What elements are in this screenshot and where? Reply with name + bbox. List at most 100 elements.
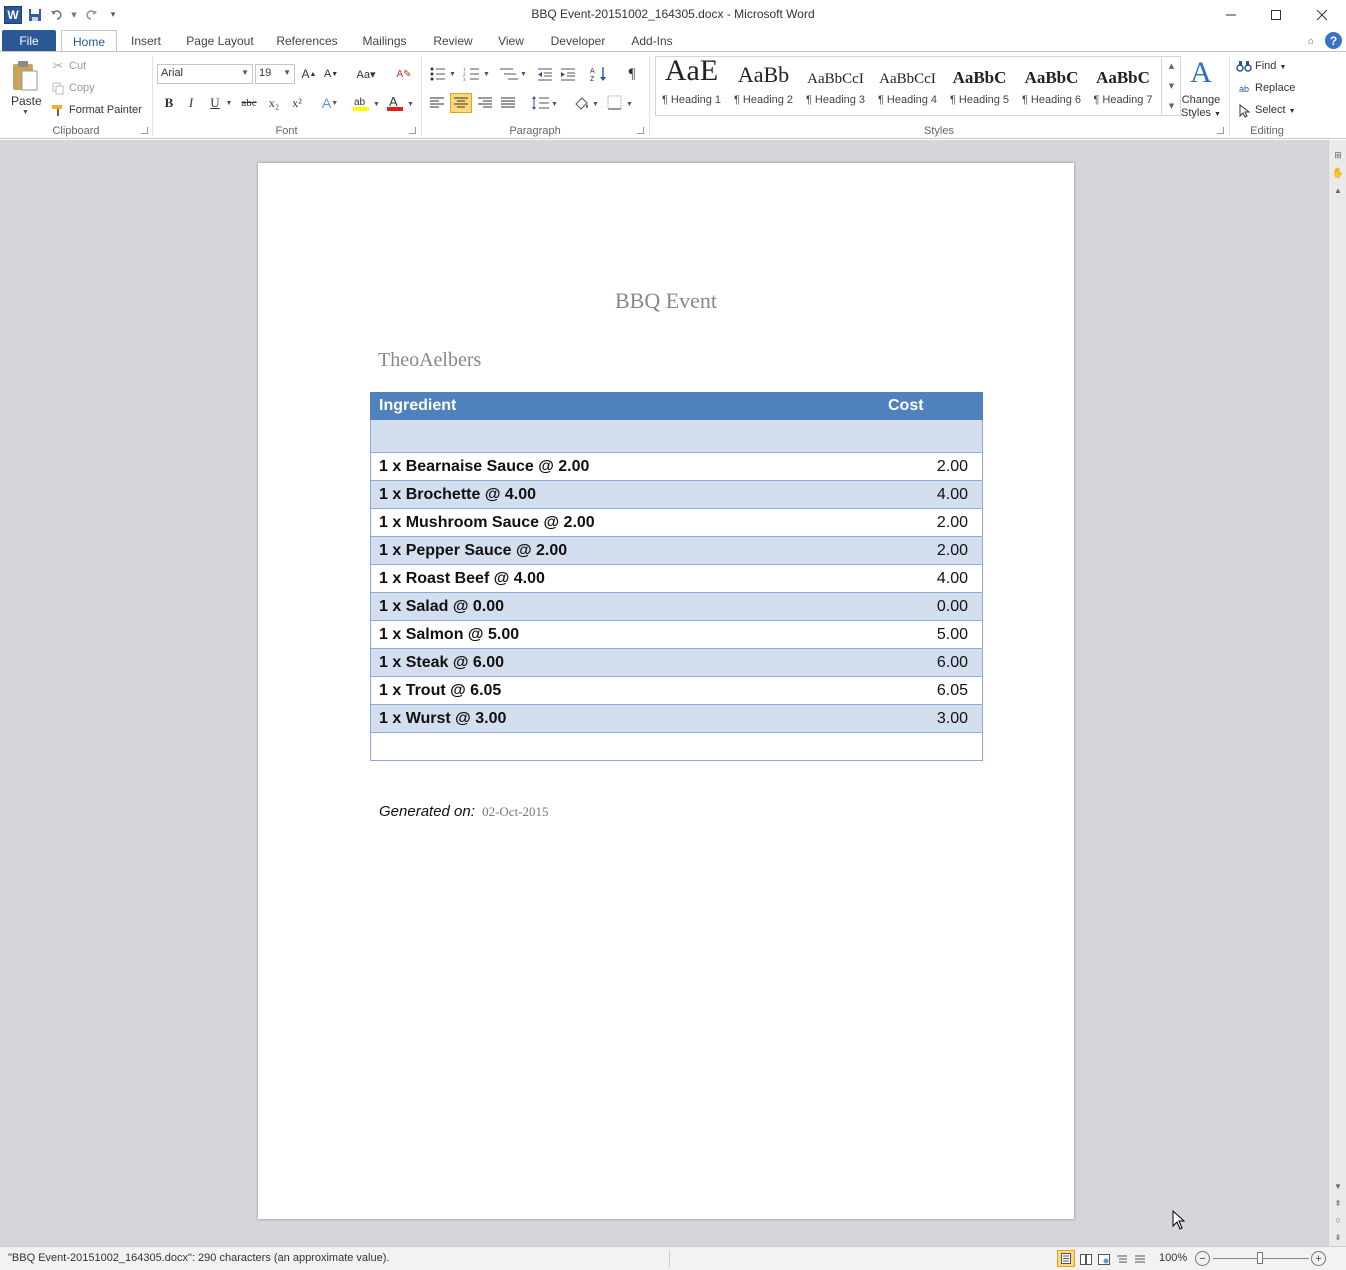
style-heading-6[interactable]: AaBbC ¶ Heading 6	[1016, 56, 1087, 112]
shrink-font-icon[interactable]: A ▼	[323, 66, 339, 82]
sort-icon[interactable]: AZ	[590, 65, 608, 83]
close-button[interactable]	[1299, 0, 1345, 30]
tab-review[interactable]: Review	[428, 30, 478, 52]
zoom-in-icon[interactable]: +	[1311, 1251, 1326, 1266]
decrease-indent-icon[interactable]	[536, 65, 554, 83]
change-case-icon[interactable]: Aa▾	[355, 66, 377, 82]
copy-button[interactable]: Copy	[69, 82, 95, 94]
justify-icon[interactable]	[499, 94, 517, 112]
line-spacing-icon[interactable]: ▼	[530, 94, 558, 112]
help-icon[interactable]: ?	[1325, 32, 1342, 49]
select-button[interactable]: Select ▼	[1255, 104, 1296, 116]
copy-icon[interactable]	[51, 81, 65, 95]
previous-page-icon[interactable]: ⇞	[1331, 1196, 1345, 1210]
tab-home[interactable]: Home	[61, 30, 117, 52]
maximize-button[interactable]	[1253, 0, 1299, 30]
cost-cell[interactable]	[879, 419, 983, 453]
ingredient-cell[interactable]	[370, 732, 880, 761]
cost-cell[interactable]: 2.00	[879, 536, 983, 565]
minimize-button[interactable]	[1208, 0, 1254, 30]
clipboard-dialog-launcher[interactable]	[141, 127, 148, 134]
tab-view[interactable]: View	[494, 30, 528, 52]
web-layout-icon[interactable]	[1096, 1251, 1112, 1267]
tab-mailings[interactable]: Mailings	[357, 30, 412, 52]
ingredient-cell[interactable]: 1 x Salad @ 0.00	[370, 592, 880, 621]
cost-cell[interactable]	[879, 732, 983, 761]
change-styles-icon[interactable]: A	[1184, 56, 1218, 89]
numbering-icon[interactable]: 1 2 3 ▼	[462, 65, 492, 83]
cost-cell[interactable]: 3.00	[879, 704, 983, 733]
ingredient-cell[interactable]: 1 x Salmon @ 5.00	[370, 620, 880, 649]
change-styles-button[interactable]: Change Styles ▼	[1181, 94, 1221, 121]
tab-references[interactable]: References	[271, 30, 343, 52]
chevron-down-icon[interactable]: ▼	[241, 68, 249, 77]
chevron-down-icon[interactable]: ▼	[283, 68, 291, 77]
zoom-level[interactable]: 100%	[1159, 1252, 1187, 1264]
bold-button[interactable]: B	[161, 94, 177, 112]
styles-gallery-scroll[interactable]: ▲ ▼ ▼	[1161, 56, 1181, 116]
font-color-icon[interactable]: A ▼	[385, 94, 415, 112]
underline-button[interactable]: U	[207, 94, 223, 112]
format-painter-icon[interactable]	[51, 103, 65, 117]
superscript-button[interactable]: x²	[288, 94, 306, 112]
borders-icon[interactable]: ▼	[606, 94, 634, 112]
full-screen-reading-icon[interactable]	[1078, 1251, 1094, 1267]
browse-object-icon[interactable]: ○	[1331, 1213, 1345, 1227]
zoom-out-icon[interactable]: −	[1195, 1251, 1210, 1266]
replace-button[interactable]: Replace	[1255, 82, 1295, 94]
style-heading-3[interactable]: AaBbCcI ¶ Heading 3	[800, 56, 871, 112]
shading-icon[interactable]: ▼	[572, 94, 600, 112]
tab-file[interactable]: File	[2, 30, 56, 52]
more-styles-icon[interactable]: ▼	[1169, 102, 1174, 110]
font-dialog-launcher[interactable]	[409, 127, 416, 134]
scroll-down-icon[interactable]: ▼	[1169, 82, 1174, 90]
ingredient-cell[interactable]: 1 x Wurst @ 3.00	[370, 704, 880, 733]
cut-icon[interactable]: ✂	[51, 58, 65, 73]
find-button[interactable]: Find ▼	[1255, 60, 1286, 72]
tab-add-ins[interactable]: Add-Ins	[626, 30, 678, 52]
outline-view-icon[interactable]	[1114, 1251, 1130, 1267]
vertical-scrollbar[interactable]: ⊞ ✋ ▲ ▼ ⇞ ○ ⇟	[1328, 140, 1346, 1246]
cost-cell[interactable]: 6.00	[879, 648, 983, 677]
grow-font-icon[interactable]: A ▲	[301, 66, 317, 82]
styles-dialog-launcher[interactable]	[1217, 127, 1224, 134]
highlight-color-icon[interactable]: ab ▼	[351, 94, 381, 112]
paste-dropdown-icon[interactable]: ▼	[22, 109, 29, 116]
cost-cell[interactable]: 4.00	[879, 480, 983, 509]
ingredient-cell[interactable]	[370, 419, 880, 453]
ingredient-cell[interactable]: 1 x Steak @ 6.00	[370, 648, 880, 677]
multilevel-list-icon[interactable]: ▼	[498, 65, 528, 83]
subscript-button[interactable]: x₂	[265, 94, 283, 112]
select-cursor-icon[interactable]	[1236, 103, 1252, 119]
cut-button[interactable]: Cut	[69, 60, 86, 72]
replace-icon[interactable]: ab	[1236, 81, 1252, 97]
ingredient-cell[interactable]: 1 x Roast Beef @ 4.00	[370, 564, 880, 593]
next-page-icon[interactable]: ⇟	[1331, 1230, 1345, 1244]
bullets-icon[interactable]: ▼	[428, 65, 458, 83]
minimize-ribbon-icon[interactable]: ⌂	[1304, 34, 1318, 48]
scroll-up-icon[interactable]: ▲	[1169, 62, 1174, 70]
ingredient-cell[interactable]: 1 x Trout @ 6.05	[370, 676, 880, 705]
ruler-toggle-icon[interactable]: ⊞	[1331, 148, 1345, 162]
scroll-down-icon[interactable]: ▼	[1331, 1180, 1345, 1192]
style-heading-7[interactable]: AaBbC ¶ Heading 7	[1088, 56, 1158, 112]
scroll-up-icon[interactable]: ▲	[1331, 184, 1345, 196]
chevron-down-icon[interactable]: ▼	[225, 96, 233, 110]
style-heading-2[interactable]: AaBb ¶ Heading 2	[728, 56, 799, 112]
clear-formatting-icon[interactable]: A✎	[395, 66, 413, 82]
tab-insert[interactable]: Insert	[124, 30, 168, 52]
cost-cell[interactable]: 5.00	[879, 620, 983, 649]
cost-cell[interactable]: 6.05	[879, 676, 983, 705]
paste-label[interactable]: Paste	[11, 94, 42, 108]
format-painter-button[interactable]: Format Painter	[69, 104, 142, 116]
cost-cell[interactable]: 0.00	[879, 592, 983, 621]
font-name-field[interactable]: Arial ▼	[157, 64, 253, 84]
tab-developer[interactable]: Developer	[545, 30, 611, 52]
style-heading-4[interactable]: AaBbCcI ¶ Heading 4	[872, 56, 943, 112]
italic-button[interactable]: I	[183, 94, 199, 112]
document-page[interactable]: BBQ Event TheoAelbers Ingredient Cost 1 …	[258, 163, 1074, 1219]
paste-icon[interactable]	[8, 58, 42, 94]
tab-page-layout[interactable]: Page Layout	[182, 30, 258, 52]
show-formatting-icon[interactable]: ¶	[624, 65, 640, 83]
ingredient-cell[interactable]: 1 x Mushroom Sauce @ 2.00	[370, 508, 880, 537]
